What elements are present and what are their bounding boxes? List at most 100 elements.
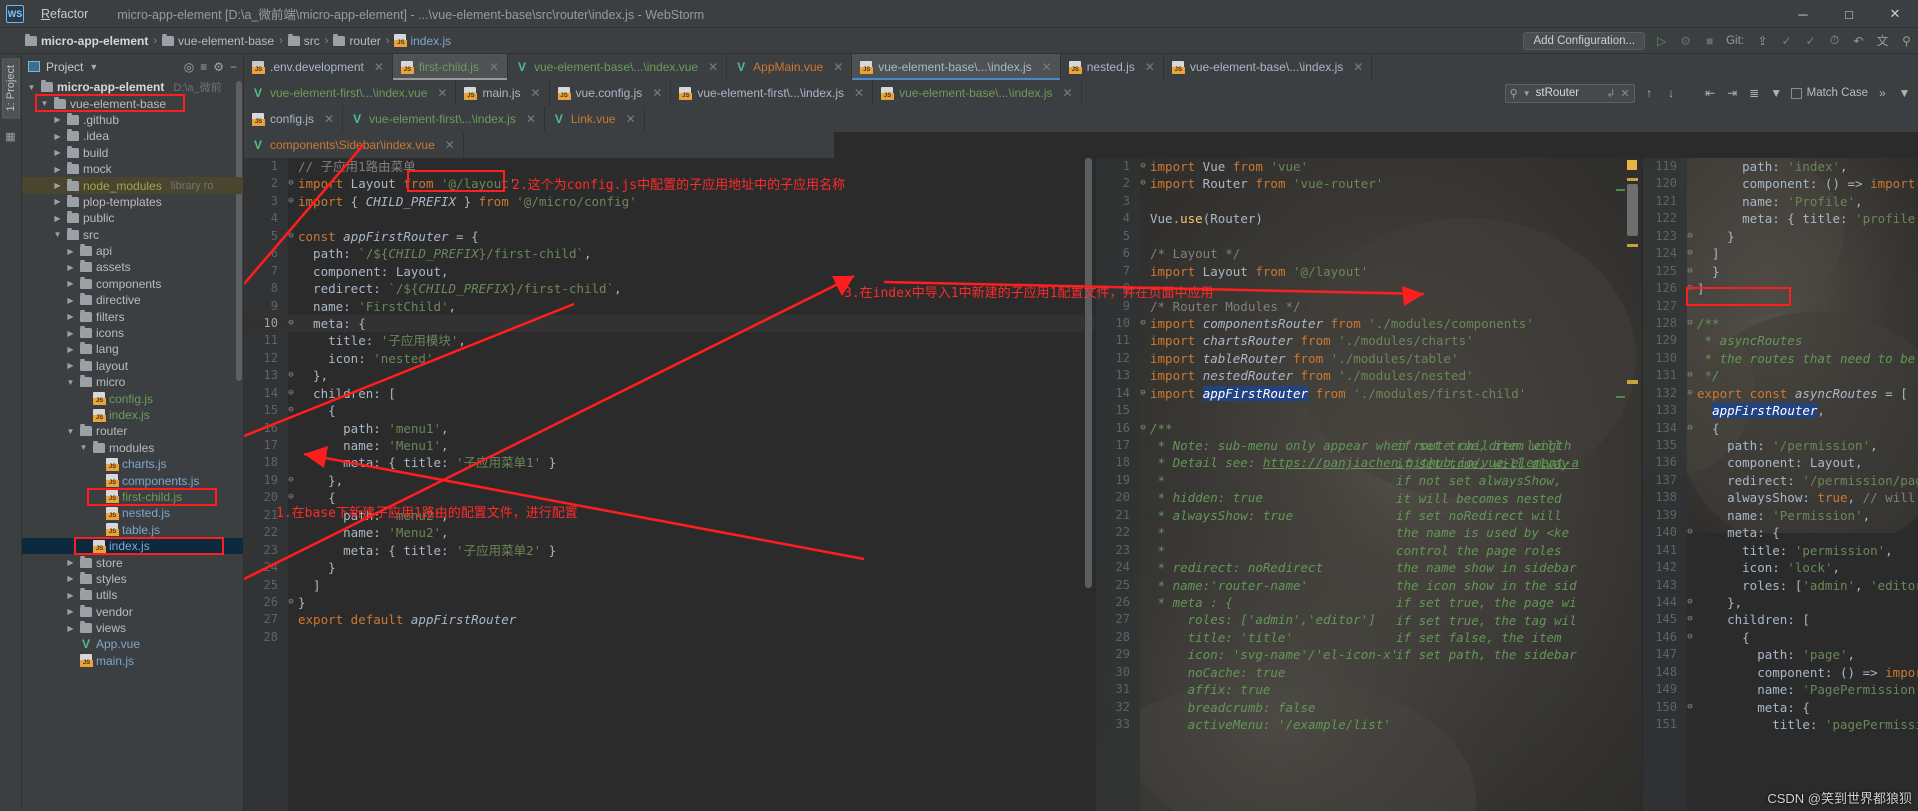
chevron-right-icon[interactable]: ▶ bbox=[65, 345, 76, 354]
tree-item-plop-templates[interactable]: ▶ plop-templates bbox=[22, 194, 243, 210]
editor-tabs-row-4[interactable]: Vcomponents\Sidebar\index.vue ✕ bbox=[244, 132, 834, 158]
tree-item-assets[interactable]: ▶ assets bbox=[22, 259, 243, 275]
editor-scrollbar-middle[interactable] bbox=[1627, 184, 1638, 236]
code-fold-icon[interactable]: ⊖ bbox=[284, 594, 298, 611]
editor-tab-appmain-vue[interactable]: V AppMain.vue ✕ bbox=[727, 54, 853, 80]
code-fold-icon[interactable]: ⊖ bbox=[1136, 420, 1150, 437]
sidebar-item-project[interactable]: 1: Project bbox=[1, 58, 20, 119]
code-line[interactable]: 25 ] bbox=[244, 577, 1094, 594]
code-line[interactable]: 28 bbox=[244, 629, 1094, 646]
tree-item-icons[interactable]: ▶ icons bbox=[22, 325, 243, 341]
code-fold-icon[interactable]: ⊖ bbox=[1683, 611, 1697, 628]
code-line[interactable]: 145 ⊖ children: [ bbox=[1643, 611, 1918, 628]
tree-item-api[interactable]: ▶ api bbox=[22, 243, 243, 259]
run-icon[interactable]: ▷ bbox=[1654, 33, 1669, 48]
code-line[interactable]: 128 ⊖/** bbox=[1643, 315, 1918, 332]
code-fold-icon[interactable]: ⊖ bbox=[1683, 385, 1697, 402]
close-tab-icon[interactable]: ✕ bbox=[1042, 60, 1052, 74]
chevron-right-icon[interactable]: ▶ bbox=[65, 247, 76, 256]
code-line[interactable]: 19 ⊖ }, bbox=[244, 472, 1094, 489]
code-line[interactable]: 14 ⊖ children: [ bbox=[244, 385, 1094, 402]
editor-tab-vue-element-base-index-js[interactable]: vue-element-base\...\index.js ✕ bbox=[1164, 54, 1373, 80]
editor-tab-vue-element-base-index-js[interactable]: vue-element-base\...\index.js ✕ bbox=[852, 54, 1061, 80]
editor-tabs-row-1[interactable]: .env.development✕first-child.js✕Vvue-ele… bbox=[244, 54, 1918, 80]
code-fold-icon[interactable]: ⊖ bbox=[284, 228, 298, 245]
chevron-down-icon[interactable]: ▼ bbox=[65, 427, 76, 436]
close-tab-icon[interactable]: ✕ bbox=[526, 112, 536, 126]
tree-item-router[interactable]: ▼ router bbox=[22, 423, 243, 439]
code-fold-icon[interactable]: ⊖ bbox=[1136, 315, 1150, 332]
more-options-icon[interactable]: » bbox=[1875, 86, 1890, 100]
tree-item-src[interactable]: ▼ src bbox=[22, 227, 243, 243]
chevron-down-icon[interactable]: ▼ bbox=[52, 230, 63, 239]
tree-item-mock[interactable]: ▶ mock bbox=[22, 161, 243, 177]
editor-tab-vue-element-first-index-js[interactable]: Vvue-element-first\...\index.js ✕ bbox=[343, 106, 545, 132]
code-fold-icon[interactable]: ⊖ bbox=[1683, 524, 1697, 541]
code-line[interactable]: 144 ⊖ }, bbox=[1643, 594, 1918, 611]
breadcrumb-item-router[interactable]: router bbox=[330, 33, 383, 48]
editor-scrollbar-left[interactable] bbox=[1085, 158, 1092, 588]
code-line[interactable]: 141 title: 'permission', bbox=[1643, 542, 1918, 559]
chevron-right-icon[interactable]: ▶ bbox=[52, 132, 63, 141]
code-fold-icon[interactable]: ⊖ bbox=[284, 175, 298, 192]
tree-item-app-vue[interactable]: V App.vue bbox=[22, 636, 243, 652]
chevron-down-icon[interactable]: ▼ bbox=[65, 378, 76, 387]
code-line[interactable]: 17 name: 'Menu1', bbox=[244, 437, 1094, 454]
newline-icon[interactable]: ↲ bbox=[1606, 87, 1615, 100]
chevron-right-icon[interactable]: ▶ bbox=[65, 558, 76, 567]
code-line[interactable]: 15 ⊖ { bbox=[244, 402, 1094, 419]
tree-item-node-modules[interactable]: ▶ node_modules library ro bbox=[22, 177, 243, 194]
tree-item-micro[interactable]: ▼ micro bbox=[22, 374, 243, 390]
checkbox-box[interactable] bbox=[1790, 87, 1802, 99]
code-fold-icon[interactable]: ⊖ bbox=[1683, 420, 1697, 437]
gear-icon[interactable]: ⚙ bbox=[213, 60, 224, 74]
tree-item-build[interactable]: ▶ build bbox=[22, 145, 243, 161]
translate-icon[interactable]: 文 bbox=[1875, 33, 1890, 48]
tree-item-config-js[interactable]: config.js bbox=[22, 390, 243, 406]
chevron-right-icon[interactable]: ▶ bbox=[65, 296, 76, 305]
debug-icon[interactable]: ⚙ bbox=[1678, 33, 1693, 48]
code-line[interactable]: 119 path: 'index', bbox=[1643, 158, 1918, 175]
tree-item-utils[interactable]: ▶ utils bbox=[22, 587, 243, 603]
code-line[interactable]: 151 title: 'pagePermission', bbox=[1643, 716, 1918, 733]
tree-item-store[interactable]: ▶ store bbox=[22, 554, 243, 570]
code-fold-icon[interactable]: ⊖ bbox=[1683, 263, 1697, 280]
close-tab-icon[interactable]: ✕ bbox=[708, 60, 718, 74]
code-line[interactable]: 139 name: 'Permission', bbox=[1643, 507, 1918, 524]
code-line[interactable]: 26 ⊖} bbox=[244, 594, 1094, 611]
close-tab-icon[interactable]: ✕ bbox=[1353, 60, 1363, 74]
code-line[interactable]: 12 icon: 'nested' bbox=[244, 350, 1094, 367]
code-line[interactable]: 136 component: Layout, bbox=[1643, 454, 1918, 471]
code-fold-icon[interactable]: ⊖ bbox=[284, 402, 298, 419]
code-line[interactable]: 123 ⊖ } bbox=[1643, 228, 1918, 245]
breadcrumb-item-vue-element-base[interactable]: vue-element-base bbox=[159, 33, 277, 48]
code-line[interactable]: 148 component: () => import('@/views/per… bbox=[1643, 664, 1918, 681]
code-fold-icon[interactable]: ⊖ bbox=[284, 472, 298, 489]
code-line[interactable]: 147 path: 'page', bbox=[1643, 646, 1918, 663]
editor-tab-main-js[interactable]: main.js ✕ bbox=[456, 80, 550, 106]
editor-tab-first-child-js[interactable]: first-child.js ✕ bbox=[392, 54, 508, 80]
code-line[interactable]: 132 ⊖ export const asyncRoutes = [ bbox=[1643, 385, 1918, 402]
chevron-right-icon[interactable]: ▶ bbox=[65, 574, 76, 583]
code-fold-icon[interactable]: ⊖ bbox=[1136, 385, 1150, 402]
code-line[interactable]: 124 ⊖ ] bbox=[1643, 245, 1918, 262]
tree-item-nested-js[interactable]: nested.js bbox=[22, 505, 243, 521]
breadcrumb-item-micro-app-element[interactable]: micro-app-element bbox=[22, 33, 151, 48]
hide-icon[interactable]: − bbox=[230, 60, 237, 74]
code-line[interactable]: 130 * the routes that need to be dynamic… bbox=[1643, 350, 1918, 367]
push-icon[interactable]: ✓ bbox=[1803, 33, 1818, 48]
tree-item--idea[interactable]: ▶ .idea bbox=[22, 128, 243, 144]
chevron-right-icon[interactable]: ▶ bbox=[65, 591, 76, 600]
editor-tab--env-development[interactable]: .env.development ✕ bbox=[244, 54, 393, 80]
code-line[interactable]: 137 redirect: '/permission/page', bbox=[1643, 472, 1918, 489]
code-fold-icon[interactable]: ⊖ bbox=[1683, 594, 1697, 611]
code-fold-icon[interactable]: ⊖ bbox=[1136, 158, 1150, 175]
close-tab-icon[interactable]: ✕ bbox=[626, 112, 636, 126]
code-line[interactable]: 135 path: '/permission', bbox=[1643, 437, 1918, 454]
find-next-button[interactable]: ↓ bbox=[1664, 86, 1679, 100]
error-stripe-icon[interactable] bbox=[1627, 160, 1637, 170]
chevron-right-icon[interactable]: ▶ bbox=[52, 181, 63, 190]
tree-item-directive[interactable]: ▶ directive bbox=[22, 292, 243, 308]
code-line[interactable]: 6 path: `/${CHILD_PREFIX}/first-child`, bbox=[244, 245, 1094, 262]
chevron-right-icon[interactable]: ▶ bbox=[65, 361, 76, 370]
